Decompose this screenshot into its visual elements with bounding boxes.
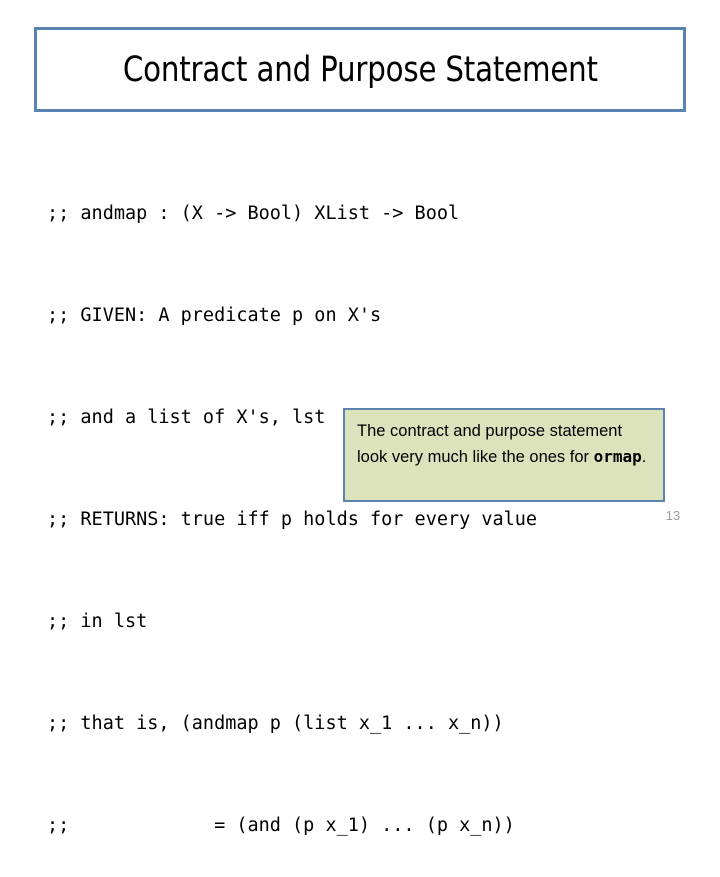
callout-emphasis-ormap: ormap (593, 447, 642, 466)
code-line: ;; in lst (47, 611, 148, 632)
code-line: ;; andmap : (X -> Bool) XList -> Bool (47, 203, 460, 224)
code-line: ;; = (and (p x_1) ... (p x_n)) (47, 815, 515, 836)
code-block: ;; andmap : (X -> Bool) XList -> Bool ;;… (47, 129, 537, 877)
callout-text-after: . (641, 448, 647, 466)
callout-text: The contract and purpose statement look … (357, 419, 651, 470)
page-title: Contract and Purpose Statement (122, 49, 598, 90)
code-line: ;; GIVEN: A predicate p on X's (47, 305, 382, 326)
callout-box: The contract and purpose statement look … (343, 408, 665, 502)
callout-text-before: The contract and purpose statement look … (357, 422, 623, 466)
slide-title-box: Contract and Purpose Statement (34, 27, 686, 112)
code-line: ;; RETURNS: true iff p holds for every v… (47, 509, 538, 530)
code-line: ;; that is, (andmap p (list x_1 ... x_n)… (47, 713, 504, 734)
page-number: 13 (665, 508, 681, 523)
